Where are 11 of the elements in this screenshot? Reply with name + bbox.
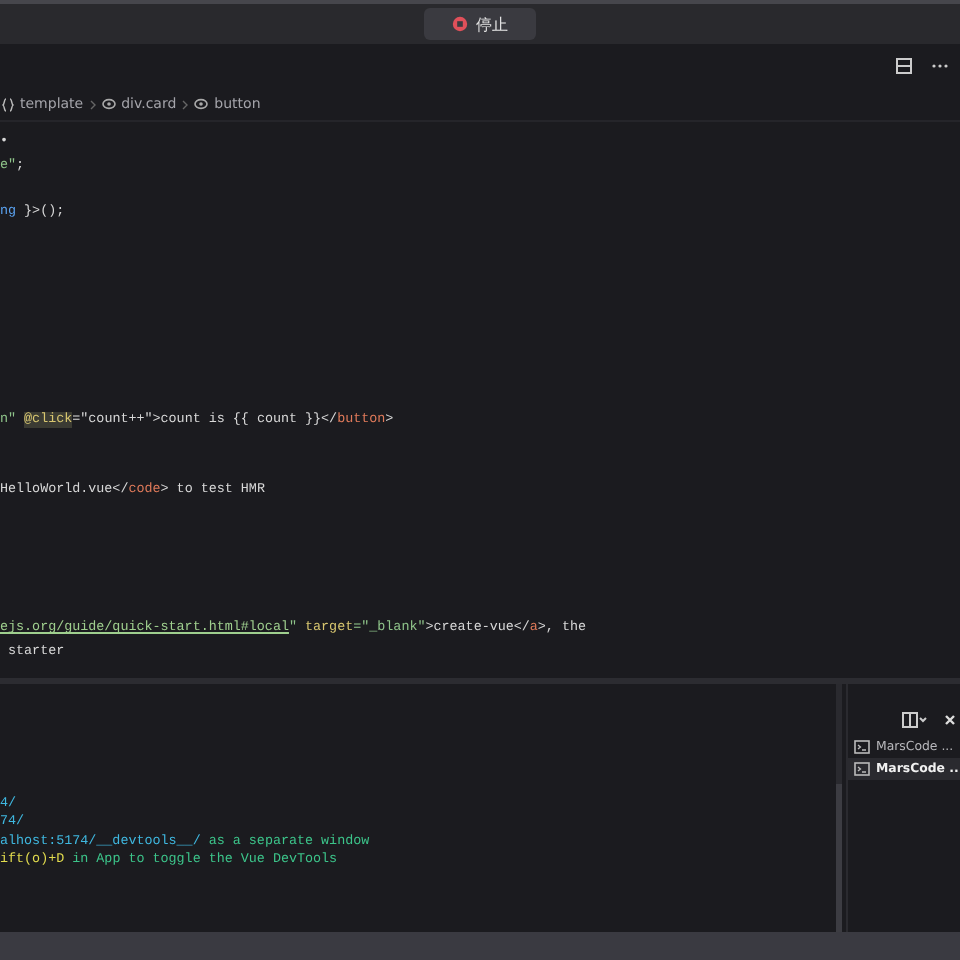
chevron-icon bbox=[89, 99, 96, 109]
terminal-icon bbox=[854, 762, 870, 776]
stop-button[interactable]: 停止 bbox=[424, 8, 536, 40]
terminal-icon bbox=[854, 740, 870, 754]
split-editor-icon[interactable] bbox=[896, 58, 912, 74]
close-icon[interactable] bbox=[944, 714, 956, 726]
scrollbar-thumb[interactable] bbox=[836, 783, 842, 932]
split-terminal-icon[interactable] bbox=[902, 712, 928, 728]
braces-icon bbox=[2, 97, 14, 111]
chevron-icon bbox=[182, 99, 189, 109]
stop-icon bbox=[452, 16, 468, 32]
